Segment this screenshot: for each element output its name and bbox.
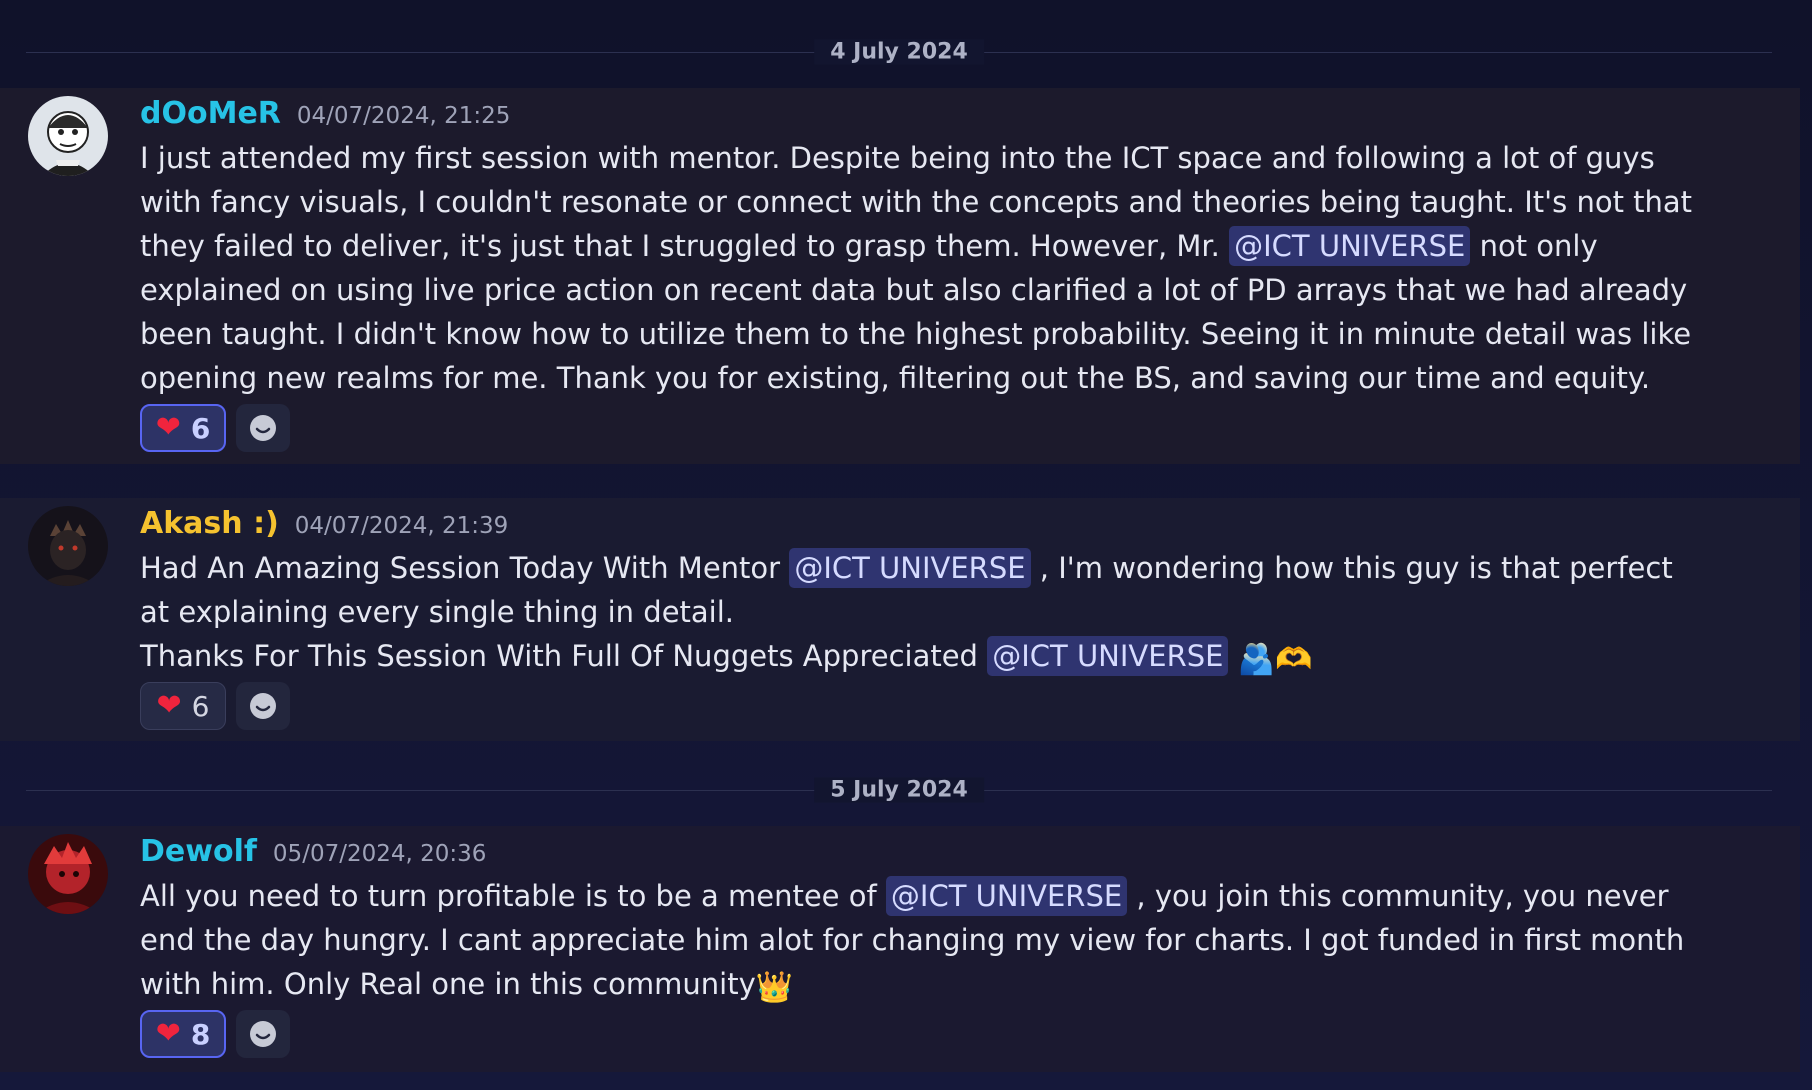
username[interactable]: Dewolf (140, 834, 257, 869)
reaction-count: 8 (190, 1017, 211, 1051)
message-item[interactable]: Akash :) 04/07/2024, 21:39 Had An Amazin… (0, 498, 1800, 741)
add-reaction-button[interactable] (236, 682, 290, 730)
avatar[interactable] (28, 96, 108, 176)
message-text: Thanks For This Session With Full Of Nug… (140, 639, 978, 673)
message-item[interactable]: dOoMeR 04/07/2024, 21:25 I just attended… (0, 88, 1800, 464)
crown-emoji: 👑 (755, 970, 794, 1005)
message-content: I just attended my first session with me… (140, 136, 1700, 400)
smiley-icon (250, 1021, 276, 1047)
heart-hands-emoji: 🫶 (1275, 642, 1313, 677)
add-reaction-button[interactable] (236, 1010, 290, 1058)
heart-icon: ❤ (156, 688, 182, 723)
date-divider: 5 July 2024 (26, 777, 1772, 803)
chat-messages-panel: 4 July 2024 dOoMeR 04/07/2024, 21:25 I j… (0, 0, 1812, 1090)
message-timestamp: 04/07/2024, 21:39 (294, 513, 509, 539)
message-text: Had An Amazing Session Today With Mentor (140, 551, 781, 585)
message-timestamp: 05/07/2024, 20:36 (272, 841, 487, 867)
username[interactable]: Akash :) (140, 506, 279, 541)
message-text: All you need to turn profitable is to be… (140, 879, 877, 913)
user-mention[interactable]: @ICT UNIVERSE (1229, 226, 1471, 266)
message-content: Had An Amazing Session Today With Mentor… (140, 546, 1700, 682)
date-divider: 4 July 2024 (26, 39, 1772, 65)
user-mention[interactable]: @ICT UNIVERSE (885, 876, 1128, 916)
avatar[interactable] (28, 506, 108, 586)
heart-reaction[interactable]: ❤ 8 (140, 1010, 226, 1058)
heart-icon: ❤ (155, 1016, 181, 1051)
reactions-bar: ❤ 6 (140, 682, 290, 730)
heart-reaction[interactable]: ❤ 6 (140, 682, 226, 730)
reactions-bar: ❤ 6 (140, 404, 290, 452)
add-reaction-button[interactable] (236, 404, 290, 452)
reaction-count: 6 (190, 411, 211, 445)
smiley-icon (250, 693, 276, 719)
message-timestamp: 04/07/2024, 21:25 (296, 103, 511, 129)
smiley-icon (250, 415, 276, 441)
date-divider-label: 4 July 2024 (814, 39, 984, 65)
message-content: All you need to turn profitable is to be… (140, 874, 1700, 1010)
heart-icon: ❤ (155, 410, 181, 445)
avatar[interactable] (28, 834, 108, 914)
reactions-bar: ❤ 8 (140, 1010, 290, 1058)
user-mention[interactable]: @ICT UNIVERSE (987, 636, 1229, 676)
message-item[interactable]: Dewolf 05/07/2024, 20:36 All you need to… (0, 826, 1800, 1072)
hugging-people-emoji: 🫂 (1237, 642, 1276, 677)
user-mention[interactable]: @ICT UNIVERSE (789, 548, 1031, 588)
heart-reaction[interactable]: ❤ 6 (140, 404, 226, 452)
username[interactable]: dOoMeR (140, 96, 281, 131)
date-divider-label: 5 July 2024 (814, 777, 984, 803)
reaction-count: 6 (191, 689, 210, 723)
